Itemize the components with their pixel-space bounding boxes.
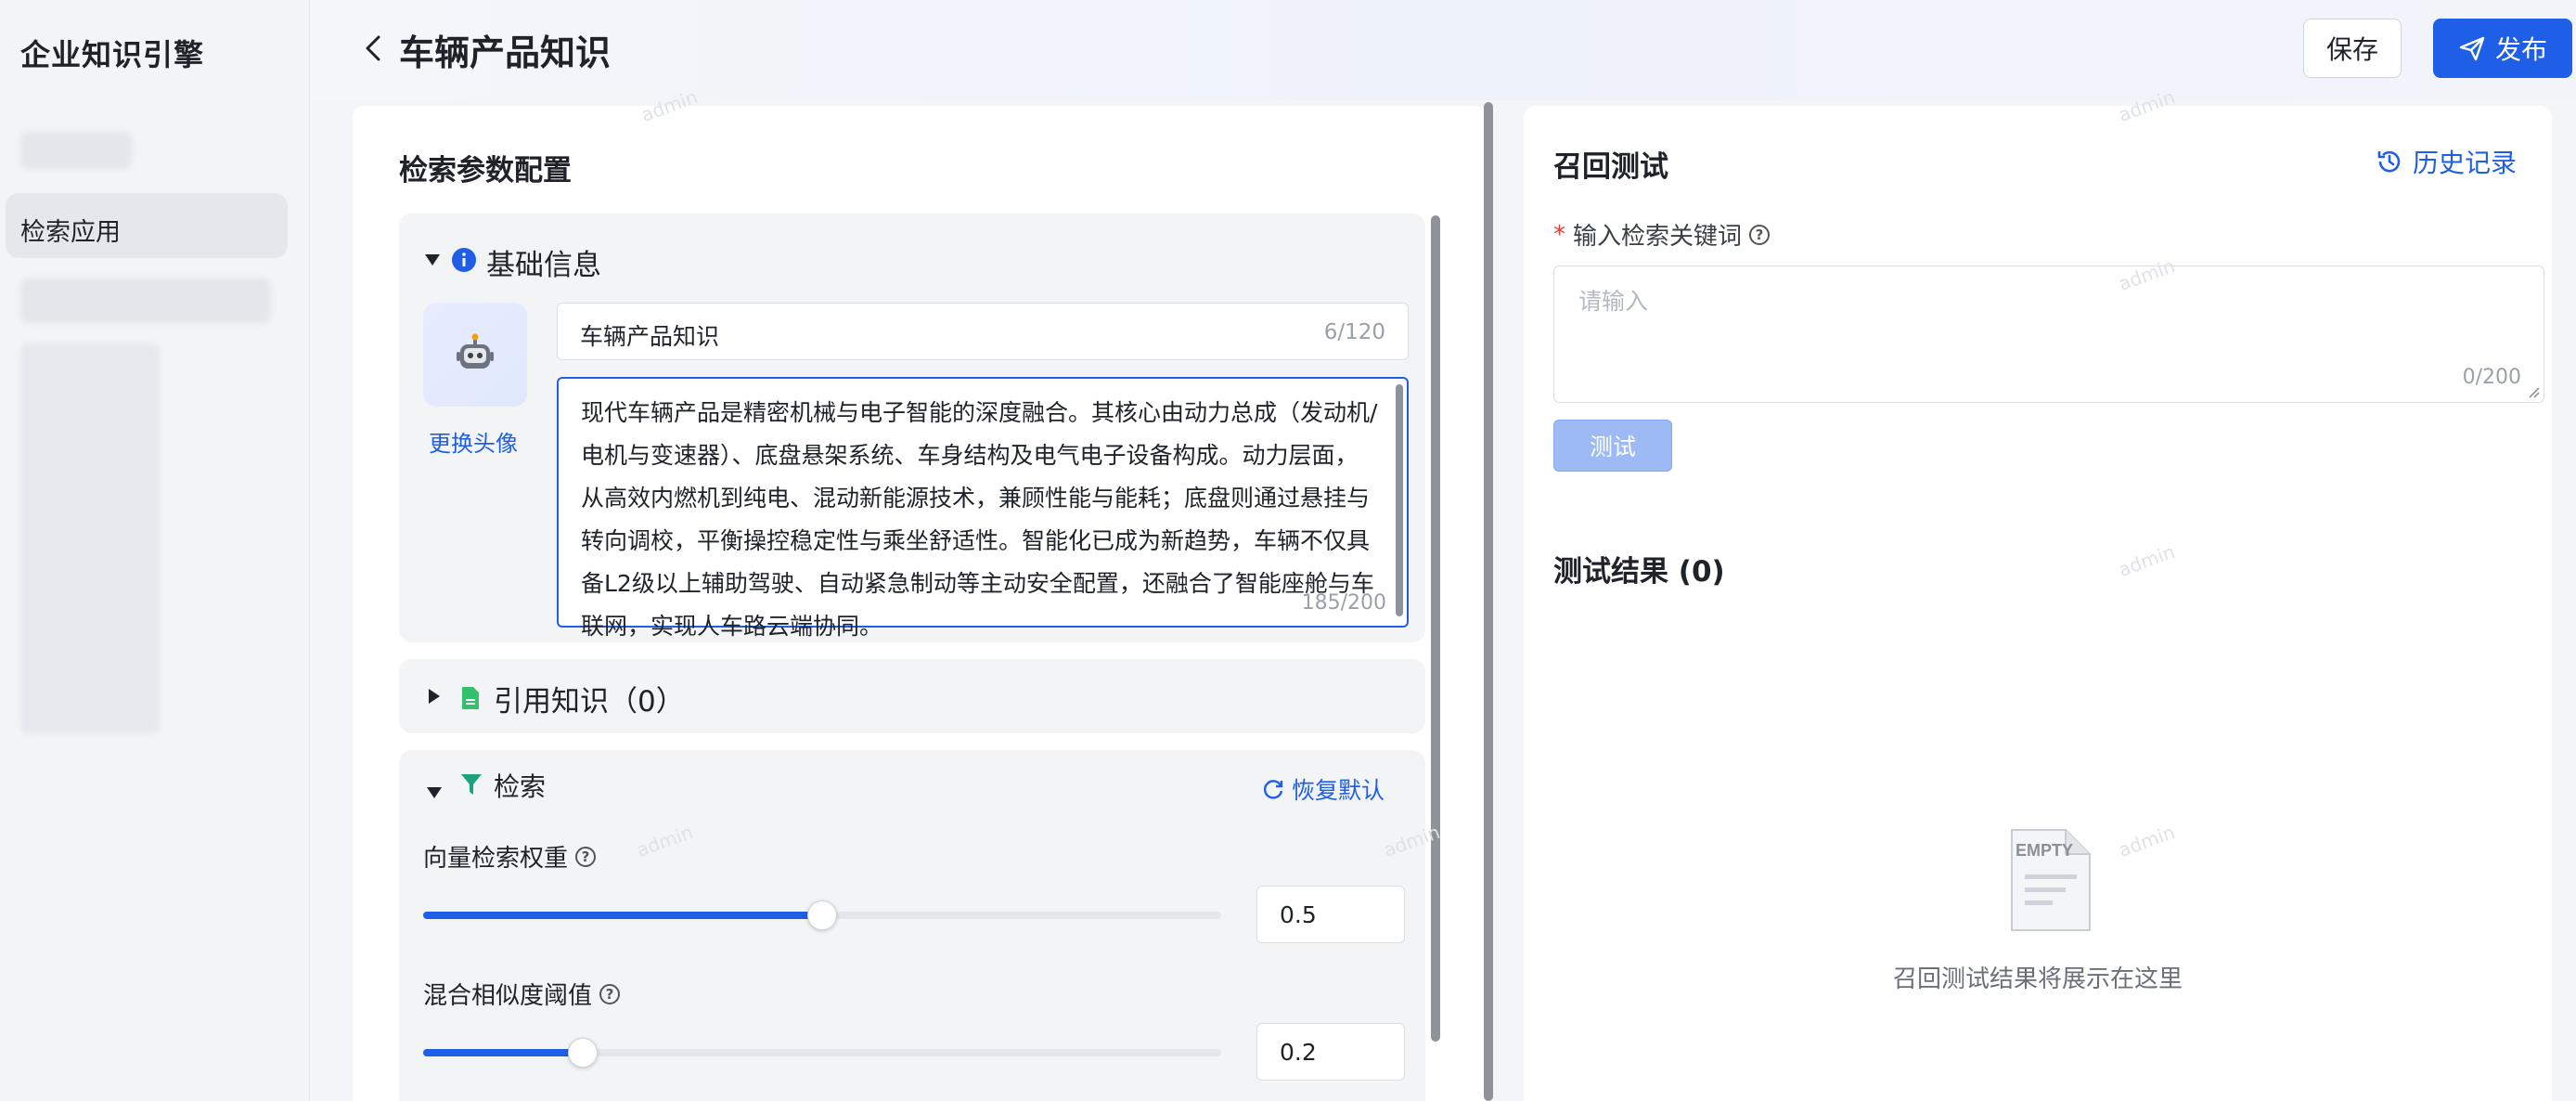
name-input[interactable]: 车辆产品知识 6/120: [557, 303, 1409, 360]
brand-title: 企业知识引擎: [20, 37, 205, 72]
empty-icon-label: EMPTY: [2016, 841, 2074, 860]
description-text: 现代车辆产品是精密机械与电子智能的深度融合。其核心由动力总成（发动机/电机与变速…: [581, 399, 1378, 640]
vector-weight-input[interactable]: 0.5: [1256, 886, 1405, 943]
name-input-value: 车辆产品知识: [580, 323, 720, 350]
description-textarea[interactable]: 现代车辆产品是精密机械与电子智能的深度融合。其核心由动力总成（发动机/电机与变速…: [557, 377, 1409, 640]
send-icon: [2459, 36, 2485, 61]
vector-weight-slider[interactable]: [423, 900, 1221, 930]
refresh-icon: [1263, 780, 1283, 799]
keyword-char-count: 0/200: [2462, 366, 2521, 389]
sidebar-item-blurred[interactable]: [20, 132, 132, 169]
change-avatar-link[interactable]: 更换头像: [429, 425, 518, 458]
caret-right-icon: [429, 689, 440, 704]
vector-weight-label: 向量检索权重 ?: [423, 839, 597, 874]
history-button[interactable]: 历史记录: [2376, 143, 2517, 180]
document-icon: [462, 687, 479, 709]
caret-down-icon: [425, 254, 440, 266]
vector-weight-text: 向量检索权重: [423, 845, 569, 873]
reset-default-label: 恢复默认: [1292, 777, 1385, 804]
basic-info-section: 基础信息 更换头像 车辆产品知识 6/120 现代车辆产品是精密机械与电子智能的…: [399, 214, 1425, 642]
name-char-count: 6/120: [1323, 320, 1385, 344]
required-mark: *: [1553, 220, 1565, 249]
vector-weight-slider-fill: [423, 912, 822, 919]
keyword-label: * 输入检索关键词 ?: [1553, 217, 1771, 252]
reference-knowledge-section[interactable]: 引用知识（0）: [399, 659, 1425, 733]
keyword-label-text: 输入检索关键词: [1573, 223, 1743, 251]
similarity-threshold-text: 混合相似度阈值: [423, 982, 593, 1010]
caret-down-icon[interactable]: [427, 787, 442, 798]
panel-divider-scrollbar[interactable]: [1484, 102, 1493, 1101]
recall-test-title: 召回测试: [1553, 150, 1668, 184]
back-arrow-icon[interactable]: [356, 32, 390, 65]
empty-state-text: 召回测试结果将展示在这里: [1892, 965, 2183, 993]
similarity-threshold-label: 混合相似度阈值 ?: [423, 977, 621, 1011]
page-header: 车辆产品知识 保存 发布: [310, 0, 2576, 100]
avatar[interactable]: [423, 303, 527, 407]
sidebar-item-retrieval-app[interactable]: 检索应用: [6, 193, 288, 258]
sidebar-group-blurred[interactable]: [20, 278, 271, 323]
publish-label: 发布: [2494, 34, 2547, 65]
description-scrollbar[interactable]: [1396, 384, 1403, 616]
sidebar-subitem-blurred[interactable]: [20, 343, 160, 733]
config-scrollbar[interactable]: [1431, 215, 1440, 1042]
config-title: 检索参数配置: [399, 154, 572, 188]
filter-icon: [461, 774, 482, 795]
basic-info-label: 基础信息: [486, 249, 601, 282]
similarity-threshold-slider[interactable]: [423, 1038, 1221, 1068]
help-icon[interactable]: ?: [599, 983, 621, 1004]
config-panel: 检索参数配置 基础信息 更换头像 车辆产品知识 6/120 现代车辆产品是精密机…: [353, 85, 1487, 1101]
similarity-threshold-slider-thumb[interactable]: [568, 1038, 598, 1068]
test-button[interactable]: 测试: [1553, 420, 1672, 472]
sidebar: 企业知识引擎 检索应用: [0, 0, 310, 1101]
reference-knowledge-label: 引用知识（0）: [494, 685, 685, 719]
save-button[interactable]: 保存: [2303, 19, 2402, 78]
reset-default-button[interactable]: 恢复默认: [1262, 772, 1385, 806]
similarity-threshold-input[interactable]: 0.2: [1256, 1023, 1405, 1081]
help-icon[interactable]: ?: [1749, 224, 1771, 245]
search-section-label: 检索: [494, 771, 547, 802]
watermark: admin: [2115, 540, 2178, 581]
empty-document-icon: EMPTY: [2006, 824, 2095, 939]
search-section: 检索 恢复默认 向量检索权重 ? 0.5 混合相似度阈值 ? 0.2: [399, 750, 1425, 1101]
watermark: admin: [2115, 821, 2178, 861]
publish-button[interactable]: 发布: [2433, 19, 2572, 78]
sidebar-item-label: 检索应用: [20, 218, 121, 247]
test-result-title: 测试结果 (0): [1553, 555, 1725, 589]
recall-test-panel: 召回测试 历史记录 * 输入检索关键词 ? 请输入 0/200 测试 测试结果 …: [1524, 85, 2552, 1101]
similarity-threshold-slider-fill: [423, 1049, 583, 1056]
keyword-placeholder: 请输入: [1578, 288, 1649, 315]
history-label: 历史记录: [2413, 148, 2518, 178]
description-char-count: 185/200: [1301, 591, 1386, 615]
vector-weight-slider-thumb[interactable]: [807, 900, 837, 930]
info-icon: [452, 248, 476, 272]
help-icon[interactable]: ?: [575, 846, 597, 867]
resize-handle-icon[interactable]: [2527, 385, 2540, 398]
robot-icon: [457, 333, 494, 369]
history-icon: [2377, 150, 2401, 173]
keyword-textarea[interactable]: 请输入 0/200: [1553, 266, 2544, 403]
page-title: 车辆产品知识: [399, 32, 612, 73]
